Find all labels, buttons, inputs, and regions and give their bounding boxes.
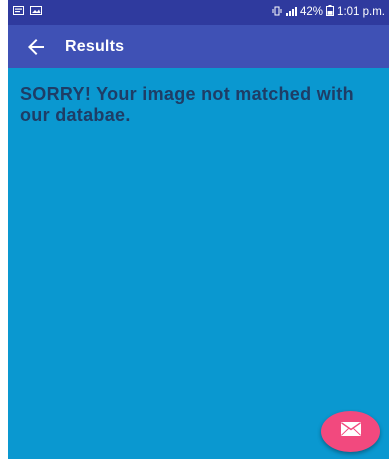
page-title: Results: [65, 38, 125, 55]
no-match-message: SORRY! Your image not matched with our d…: [20, 84, 354, 125]
status-left-icons: [13, 6, 42, 18]
status-right-info: 42% 1:01 p.m.: [272, 5, 385, 19]
results-content: SORRY! Your image not matched with our d…: [8, 68, 389, 459]
app-bar: Results: [8, 25, 389, 68]
status-bar: 42% 1:01 p.m.: [8, 0, 389, 25]
signal-icon: [285, 6, 298, 19]
status-time: 1:01 p.m.: [337, 6, 385, 18]
back-arrow-icon[interactable]: [24, 35, 48, 59]
notification-icon: [13, 6, 24, 18]
image-notification-icon: [30, 6, 42, 18]
battery-percent: 42%: [300, 6, 324, 18]
phone-screen: 42% 1:01 p.m. Results SORRY! Your image …: [8, 0, 389, 459]
envelope-icon: [340, 422, 361, 441]
vibrate-icon: [272, 6, 282, 19]
battery-icon: [326, 5, 335, 19]
email-fab-button[interactable]: [321, 411, 380, 452]
